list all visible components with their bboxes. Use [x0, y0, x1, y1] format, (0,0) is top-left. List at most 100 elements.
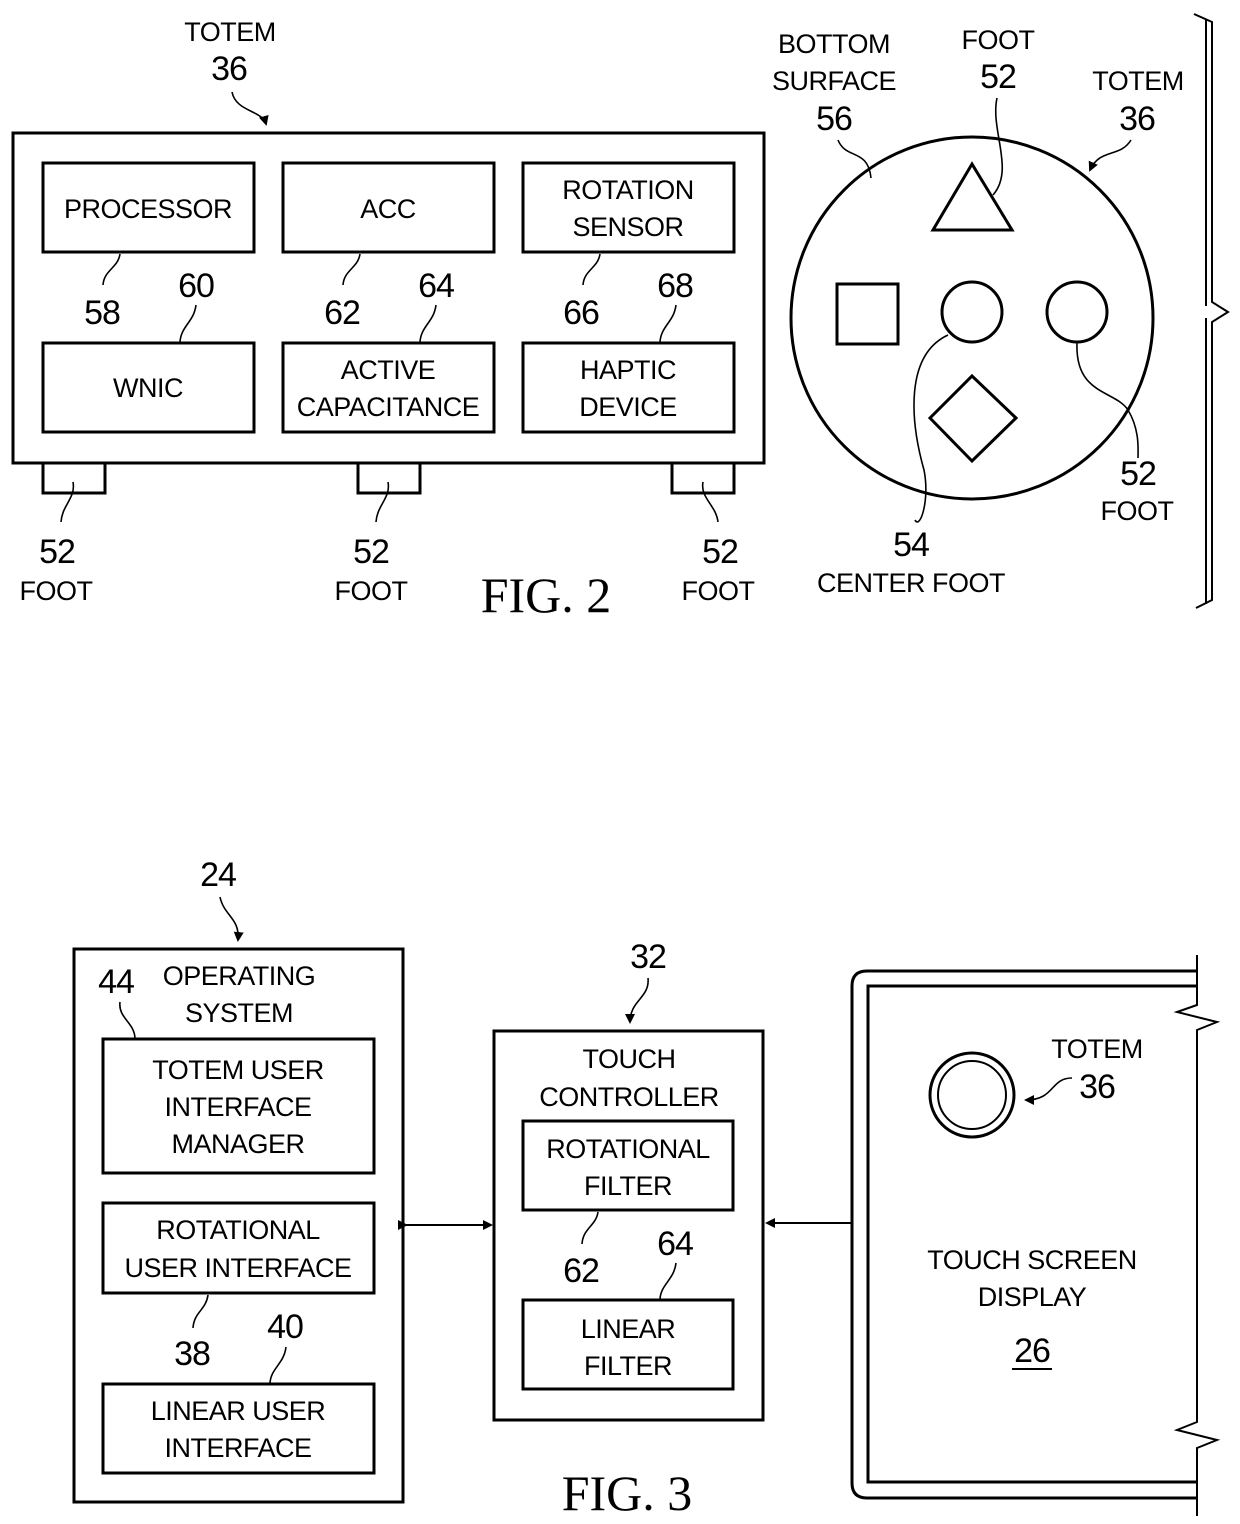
- haptic-device-leader: [659, 304, 677, 343]
- fig2-caption: FIG. 2: [481, 567, 612, 623]
- foot-right-label: FOOT: [682, 576, 755, 606]
- totem-leader-arrow: [231, 91, 269, 126]
- center-foot-label: CENTER FOOT: [817, 568, 1005, 598]
- foot-right-ref: 52: [702, 533, 738, 571]
- foot-left-label: FOOT: [20, 576, 93, 606]
- totem-ref: 36: [211, 50, 247, 88]
- haptic-device-ref: 68: [657, 267, 693, 305]
- wnic-ref: 60: [178, 267, 214, 305]
- display-screen-edge: [866, 984, 1197, 1484]
- rotational-ui-ref: 38: [174, 1335, 210, 1373]
- linear-ui-leader: [269, 1346, 287, 1384]
- right-foot-leader: [1076, 342, 1139, 459]
- linear-ui-ref: 40: [267, 1308, 303, 1346]
- top-foot-leader: [992, 97, 1003, 196]
- active-capacitance-ref: 64: [418, 267, 454, 305]
- touch-controller-leader-arrow: [625, 977, 649, 1024]
- linear-filter-line1: LINEAR: [581, 1314, 676, 1344]
- foot-diamond: [927, 373, 1019, 464]
- foot-right-leader: [701, 481, 719, 523]
- right-foot-ref: 52: [1120, 455, 1156, 493]
- foot-circle-right: [1045, 280, 1109, 344]
- display-ref: 26: [1014, 1332, 1050, 1370]
- rotation-sensor-leader: [582, 253, 601, 286]
- display-totem-ref: 36: [1079, 1068, 1115, 1106]
- rotational-filter-ref: 62: [563, 1252, 599, 1290]
- bottom-totem-label: TOTEM: [1092, 66, 1184, 96]
- bottom-surface-label-line1: BOTTOM: [778, 29, 890, 59]
- rotation-sensor-ref: 66: [563, 294, 599, 332]
- totem-on-display-inner: [937, 1060, 1007, 1130]
- display-title-line2: DISPLAY: [978, 1282, 1087, 1312]
- linear-filter-ref: 64: [657, 1225, 693, 1263]
- linear-ui-line2: INTERFACE: [164, 1433, 311, 1463]
- linear-filter-leader: [659, 1262, 677, 1300]
- active-capacitance-label-line1: ACTIVE: [341, 355, 436, 385]
- bottom-surface-label-line2: SURFACE: [772, 66, 896, 96]
- acc-leader: [342, 253, 361, 286]
- totem-ui-manager-line1: TOTEM USER: [152, 1055, 324, 1085]
- center-foot-circle: [940, 280, 1004, 344]
- bottom-totem-ref: 36: [1119, 100, 1155, 138]
- rotation-sensor-label-line2: SENSOR: [572, 212, 683, 242]
- display-totem-leader: [1024, 1077, 1073, 1105]
- fig2-bottom-view: BOTTOM SURFACE 56 FOOT 52 TOTEM 36 54 CE…: [772, 13, 1230, 609]
- fig3-system-diagram: 24 OPERATING SYSTEM 44 TOTEM USER INTERF…: [72, 856, 1221, 1521]
- processor-label: PROCESSOR: [64, 194, 232, 224]
- center-foot-ref: 54: [893, 526, 929, 564]
- foot-middle-leader: [375, 481, 390, 523]
- top-foot-label: FOOT: [962, 25, 1035, 55]
- acc-ref: 62: [324, 294, 360, 332]
- totem-label: TOTEM: [184, 17, 276, 47]
- wnic-leader: [179, 304, 197, 343]
- bottom-surface-ref: 56: [816, 100, 852, 138]
- foot-left-ref: 52: [39, 533, 75, 571]
- foot-left-leader: [60, 481, 75, 523]
- totem-ui-manager-line2: INTERFACE: [164, 1092, 311, 1122]
- totem-on-display-outer: [928, 1051, 1016, 1139]
- patent-drawing-sheet: TOTEM 36 PROCESSOR ACC ROTATION SENSOR 5…: [11, 13, 1230, 1521]
- fig3-caption: FIG. 3: [562, 1465, 693, 1521]
- os-title-line2: SYSTEM: [185, 998, 293, 1028]
- processor-ref: 58: [84, 294, 120, 332]
- touch-controller-ref: 32: [630, 938, 666, 976]
- top-foot-ref: 52: [980, 58, 1016, 96]
- fig2-side-view: TOTEM 36 PROCESSOR ACC ROTATION SENSOR 5…: [11, 17, 766, 623]
- active-capacitance-leader: [419, 304, 437, 343]
- totem-ui-manager-leader: [119, 1001, 136, 1039]
- haptic-device-label-line2: DEVICE: [579, 392, 677, 422]
- foot-square: [835, 282, 900, 346]
- processor-leader: [102, 253, 121, 286]
- acc-label: ACC: [360, 194, 416, 224]
- foot-middle-label: FOOT: [335, 576, 408, 606]
- foot-triangle: [930, 161, 1015, 232]
- touch-controller-title-line1: TOUCH: [582, 1044, 675, 1074]
- touch-controller-title-line2: CONTROLLER: [539, 1082, 719, 1112]
- bottom-totem-leader: [1088, 139, 1132, 172]
- os-title-line1: OPERATING: [163, 961, 316, 991]
- rotational-ui-leader: [192, 1294, 209, 1329]
- rotational-ui-line1: ROTATIONAL: [156, 1215, 320, 1245]
- linear-ui-line1: LINEAR USER: [151, 1396, 326, 1426]
- display-totem-label: TOTEM: [1051, 1034, 1143, 1064]
- totem-ui-manager-line3: MANAGER: [171, 1129, 304, 1159]
- haptic-device-label-line1: HAPTIC: [580, 355, 676, 385]
- display-outer-bezel: [850, 969, 1197, 1500]
- display-title-line1: TOUCH SCREEN: [927, 1245, 1137, 1275]
- wnic-label: WNIC: [113, 373, 183, 403]
- active-capacitance-label-line2: CAPACITANCE: [297, 392, 480, 422]
- display-break-line: [1173, 955, 1221, 1516]
- right-foot-label: FOOT: [1101, 496, 1174, 526]
- rotational-filter-line1: ROTATIONAL: [546, 1134, 710, 1164]
- rotational-filter-line2: FILTER: [584, 1171, 672, 1201]
- rotational-filter-leader: [581, 1211, 599, 1245]
- rotational-ui-line2: USER INTERFACE: [124, 1253, 351, 1283]
- os-leader-arrow: [219, 896, 244, 942]
- linear-filter-line2: FILTER: [584, 1351, 672, 1381]
- totem-bottom-surface: [789, 135, 1155, 501]
- break-line: [1193, 13, 1230, 609]
- os-ref: 24: [200, 856, 236, 894]
- foot-middle-ref: 52: [353, 533, 389, 571]
- rotation-sensor-label-line1: ROTATION: [562, 175, 694, 205]
- totem-ui-manager-ref: 44: [98, 963, 134, 1001]
